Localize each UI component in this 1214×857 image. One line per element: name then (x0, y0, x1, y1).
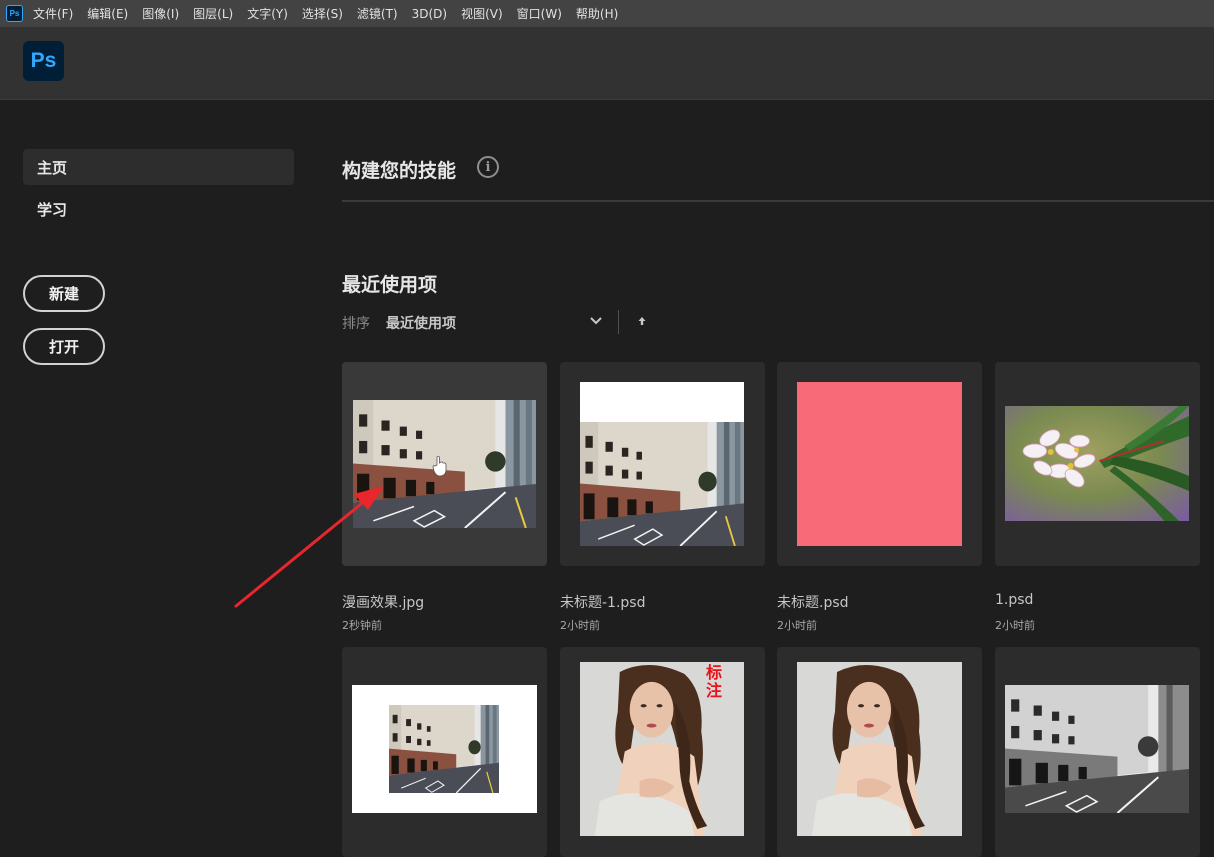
file-time: 2小时前 (777, 619, 817, 632)
recent-file-card[interactable] (777, 647, 982, 857)
recent-file-card[interactable] (995, 362, 1200, 566)
recent-file-card[interactable] (342, 647, 547, 857)
menu-image[interactable]: 图像(I) (142, 5, 179, 22)
sidebar-item-home[interactable]: 主页 (23, 149, 294, 185)
menu-type[interactable]: 文字(Y) (247, 5, 288, 22)
file-name[interactable]: 1.psd (995, 592, 1033, 608)
file-thumbnail (1005, 685, 1189, 813)
sort-separator (618, 310, 619, 334)
menu-view[interactable]: 视图(V) (461, 5, 503, 22)
new-button[interactable]: 新建 (23, 275, 105, 312)
sidebar-item-learn[interactable]: 学习 (23, 191, 294, 227)
recent-file-card[interactable] (560, 362, 765, 566)
open-button[interactable]: 打开 (23, 328, 105, 365)
menu-window[interactable]: 窗口(W) (517, 5, 562, 22)
photoshop-logo: Ps (23, 41, 64, 81)
menu-file[interactable]: 文件(F) (33, 5, 73, 22)
menu-layer[interactable]: 图层(L) (193, 5, 233, 22)
menu-filter[interactable]: 滤镜(T) (357, 5, 398, 22)
file-time: 2秒钟前 (342, 619, 382, 632)
menu-help[interactable]: 帮助(H) (576, 5, 618, 22)
menu-edit[interactable]: 编辑(E) (87, 5, 128, 22)
recent-file-card[interactable] (777, 362, 982, 566)
skills-title: 构建您的技能 (342, 160, 457, 182)
sort-direction-arrow-icon[interactable] (635, 313, 649, 329)
recent-file-card[interactable]: 标注 (560, 647, 765, 857)
file-thumbnail (797, 382, 962, 546)
info-icon[interactable]: i (477, 156, 499, 178)
file-thumbnail (1005, 406, 1189, 521)
file-thumbnail (797, 662, 962, 836)
photoshop-app-icon[interactable]: Ps (6, 5, 23, 22)
menu-bar: Ps 文件(F) 编辑(E) 图像(I) 图层(L) 文字(Y) 选择(S) 滤… (0, 0, 1214, 27)
file-thumbnail: 标注 (580, 662, 744, 836)
file-time: 2小时前 (995, 619, 1035, 632)
sort-dropdown[interactable]: 最近使用项 (386, 313, 456, 333)
sort-label: 排序 (342, 316, 370, 332)
red-arrow-annotation (234, 486, 384, 608)
menu-3d[interactable]: 3D(D) (412, 7, 447, 21)
file-name[interactable]: 未标题-1.psd (560, 592, 645, 612)
home-header: Ps (0, 27, 1214, 100)
menu-select[interactable]: 选择(S) (302, 5, 343, 22)
recent-title: 最近使用项 (342, 274, 438, 296)
file-time: 2小时前 (560, 619, 600, 632)
chevron-down-icon[interactable] (587, 312, 605, 330)
file-thumbnail (580, 382, 744, 546)
recent-file-card[interactable] (995, 647, 1200, 857)
file-name[interactable]: 未标题.psd (777, 592, 849, 612)
section-divider (342, 200, 1214, 202)
annotation-label: 标注 (705, 663, 722, 700)
hand-cursor-icon (432, 455, 447, 477)
file-thumbnail (352, 685, 537, 813)
